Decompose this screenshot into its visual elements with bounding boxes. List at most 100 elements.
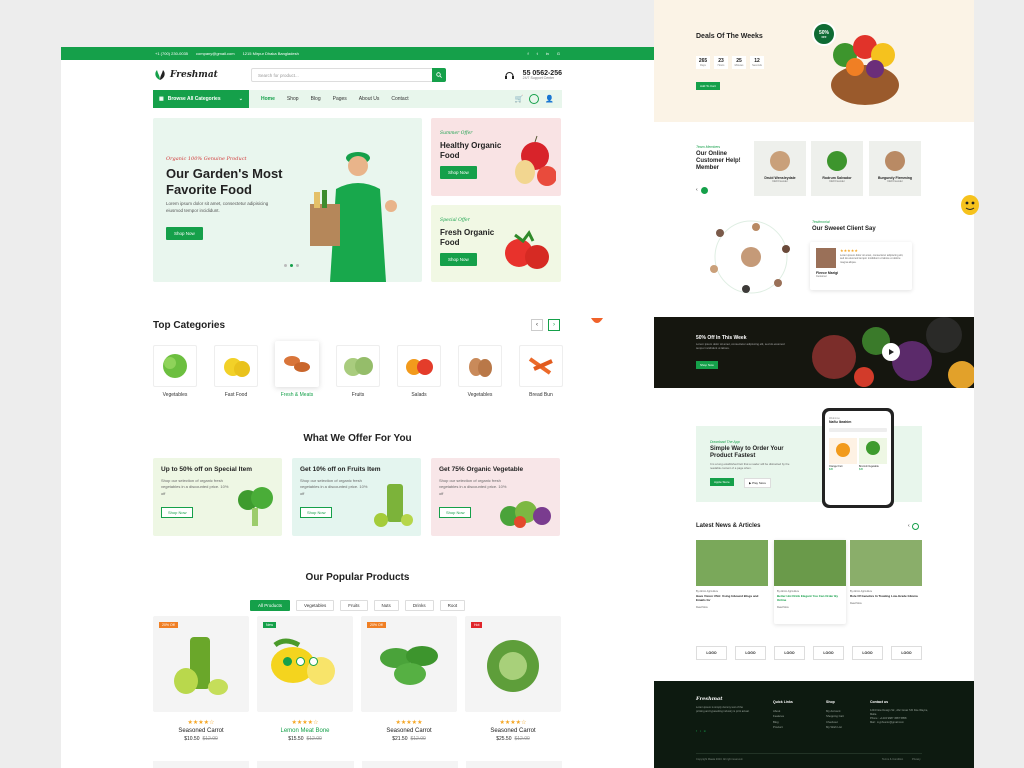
cabbage-product-image xyxy=(487,640,539,692)
headset-icon xyxy=(504,71,514,79)
lemon-mascot-icon xyxy=(961,195,979,215)
client-circle-graphic xyxy=(710,220,790,294)
broccoli-vegetable-image xyxy=(866,441,880,455)
footer-social[interactable]: f t in xyxy=(696,729,706,733)
grid-icon: ▦ xyxy=(159,96,164,102)
tab-nuts[interactable]: Nuts xyxy=(373,600,399,611)
user-icon[interactable]: 👤 xyxy=(545,95,554,103)
deals-add-to-cart-button[interactable]: Add To Cart xyxy=(696,82,720,90)
categories-next-button[interactable]: › xyxy=(548,319,560,331)
linkedin-icon[interactable]: in xyxy=(546,51,549,56)
footer-shop-links: My Account Shopping Cart Checkout My Wish L… xyxy=(826,709,844,729)
category-bread-bun[interactable]: Bread Bun xyxy=(519,345,563,398)
nav-contact[interactable]: Contact xyxy=(391,96,408,102)
phone-text: +1 (700) 230-0035 xyxy=(155,51,189,56)
meat-icon xyxy=(284,356,310,372)
news-card-1[interactable]: By Admin Agriculture Have Vision USA: Usi… xyxy=(696,540,768,624)
special-shop-button[interactable]: Shop Now xyxy=(440,253,477,266)
nav-about[interactable]: About Us xyxy=(359,96,380,102)
privacy-link[interactable]: Privacy xyxy=(912,758,921,761)
nav-blog[interactable]: Blog xyxy=(311,96,321,102)
product-card-4[interactable]: Hot ★★★★☆ Seasoned Carrot $25.50 $12.00 xyxy=(465,616,561,742)
footer-logo[interactable]: Freshmat xyxy=(696,696,723,702)
header: Freshmat Search for product... 55 0562-2… xyxy=(61,60,654,90)
leaf-decoration-icon xyxy=(591,318,603,323)
tab-vegetables[interactable]: Vegetables xyxy=(296,600,335,611)
summer-shop-button[interactable]: Shop Now xyxy=(440,166,477,179)
hero-desc: Lorem ipsum dolor sit amet, consectetur … xyxy=(166,201,269,214)
broccoli-image xyxy=(238,487,273,526)
hero-slider: Organic 100% Genuine Product Our Garden'… xyxy=(153,118,422,282)
juice-bottle-image xyxy=(374,484,413,527)
category-fast-food[interactable]: Fast Food xyxy=(214,345,258,398)
play-button[interactable] xyxy=(882,343,900,361)
slider-dots[interactable] xyxy=(284,264,299,267)
tab-fruits[interactable]: Fruits xyxy=(340,600,368,611)
leaf-logo-icon xyxy=(155,70,165,80)
news-card-3[interactable]: By Admin Agriculture Role Of Genetics In … xyxy=(850,540,922,624)
cart-icon[interactable]: 🛒 xyxy=(515,95,524,103)
team-card-2[interactable]: Rodrum Salvador CEO Founder xyxy=(811,141,863,196)
twitter-icon[interactable]: t xyxy=(537,51,538,56)
orange-fruit-image xyxy=(836,443,850,457)
facebook-icon[interactable]: f xyxy=(528,51,529,56)
offer-3-shop-button[interactable]: Shop Now xyxy=(439,507,472,519)
news-nav[interactable]: ‹ xyxy=(908,523,919,530)
nav-shop[interactable]: Shop xyxy=(287,96,299,102)
news-card-2[interactable]: By Admin Agriculture Better Hot Drink Ele… xyxy=(774,540,846,624)
product-card-2[interactable]: New ★★★★☆ Lemon Meat Bone $15.50 $12.00 xyxy=(257,616,353,742)
browse-categories-button[interactable]: ▦ Browse All Categories ⌄ xyxy=(153,90,249,108)
countdown: 265 Days 23 Hours 25 Minutes 12 Seconds xyxy=(696,56,764,69)
offer-card-1: Up to 50% off on Special Item Shop our s… xyxy=(153,458,282,536)
cart-add-icon[interactable] xyxy=(283,657,292,666)
nav-pages[interactable]: Pages xyxy=(333,96,347,102)
category-fresh-meats[interactable]: Fresh & Meats xyxy=(275,341,319,398)
category-fruits[interactable]: Fruits xyxy=(336,345,380,398)
offer-2-shop-button[interactable]: Shop Now xyxy=(300,507,333,519)
orange-icon xyxy=(406,359,433,375)
juice-product-image xyxy=(174,637,228,695)
category-vegetables-2[interactable]: Vegetables xyxy=(458,345,502,398)
nav-home[interactable]: Home xyxy=(261,96,275,102)
logo[interactable]: Freshmat xyxy=(153,69,243,81)
play-store-button[interactable]: ▶ Play Store xyxy=(744,478,771,488)
mint-product-image xyxy=(380,646,438,685)
partner-logos: LOGO LOGO LOGO LOGO LOGO LOGO xyxy=(696,646,922,660)
promo-shop-button[interactable]: Shop Now xyxy=(696,361,718,369)
carrot-icon xyxy=(528,357,553,375)
search-input[interactable]: Search for product... xyxy=(251,68,446,82)
home-page-right: Deals Of The Weeks 265 Days 23 Hours 25 Min… xyxy=(654,0,974,768)
search-button[interactable] xyxy=(431,68,446,82)
partner-logo-4: LOGO xyxy=(813,646,844,660)
tab-drinks[interactable]: Drinks xyxy=(404,600,434,611)
team-card-1[interactable]: Druid Wensleydale CEO Founder xyxy=(754,141,806,196)
category-vegetables[interactable]: Vegetables xyxy=(153,345,197,398)
tab-all-products[interactable]: All Products xyxy=(250,600,291,611)
offer-1-shop-button[interactable]: Shop Now xyxy=(161,507,194,519)
custard-apple-icon xyxy=(344,357,373,376)
twitter-icon: t xyxy=(699,729,701,733)
offers-title: What We Offer For You xyxy=(303,433,412,444)
next-product-row xyxy=(153,761,562,768)
product-card-1[interactable]: 20% Off ★★★★☆ Seasoned Carrot $10.50 $12.… xyxy=(153,616,249,742)
top-bar: +1 (700) 230-0035 company@gmail.com 1215… xyxy=(61,47,654,60)
quick-view-icon[interactable] xyxy=(296,657,305,666)
hero-title: Our Garden's Most Favorite Food xyxy=(166,166,283,197)
team-card-3[interactable]: Burgundy Flemming CEO Founder xyxy=(869,141,921,196)
apple-store-button[interactable]: Apple Store xyxy=(710,478,734,486)
hero-shop-button[interactable]: Shop Now xyxy=(166,227,203,240)
product-card-3[interactable]: 20% Off ★★★★★ Seasoned Carrot $21.50 $12.… xyxy=(361,616,457,742)
terms-link[interactable]: Terms & Condition xyxy=(882,758,903,761)
phone-mockup: Welcome Nafiu Ibrahim Orange Fruit Brocco… xyxy=(822,408,894,508)
category-salads[interactable]: Salads xyxy=(397,345,441,398)
partner-logo-3: LOGO xyxy=(774,646,805,660)
offer-card-3: Get 75% Organic Vegetable Shop our selec… xyxy=(431,458,560,536)
heart-icon[interactable] xyxy=(309,657,318,666)
categories-prev-button[interactable]: ‹ xyxy=(531,319,543,331)
team-nav[interactable]: ‹ xyxy=(696,187,708,194)
team-title: Our Online Customer Help! Member xyxy=(696,151,741,172)
wishlist-icon[interactable] xyxy=(529,94,540,104)
google-icon[interactable]: G xyxy=(557,51,560,56)
main-nav: ▦ Browse All Categories ⌄ Home Shop Blog P… xyxy=(153,90,562,108)
tab-root[interactable]: Root xyxy=(439,600,466,611)
